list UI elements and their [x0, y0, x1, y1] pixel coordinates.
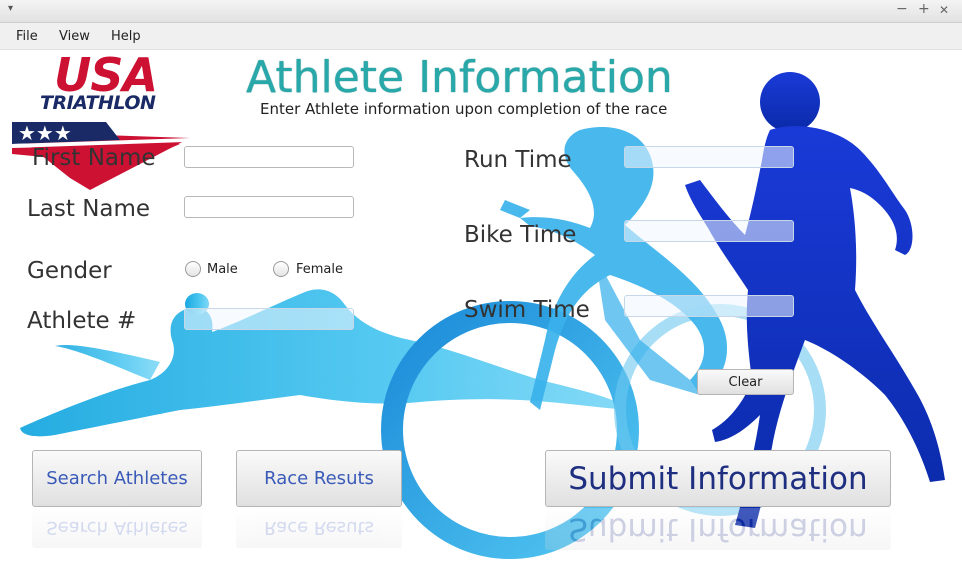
page-title: Athlete Information	[246, 52, 673, 103]
window-titlebar: ▾ − + ✕	[0, 0, 962, 23]
close-icon[interactable]: ✕	[939, 3, 949, 17]
race-results-reflection: Race Resuts	[236, 508, 402, 548]
race-results-button[interactable]: Race Resuts	[236, 450, 402, 507]
athlete-number-field[interactable]	[184, 308, 354, 330]
submit-information-button[interactable]: Submit Information	[545, 450, 891, 507]
window-menu-icon[interactable]: ▾	[8, 3, 13, 14]
minimize-icon[interactable]: −	[896, 1, 908, 17]
swim-time-field[interactable]	[624, 295, 794, 317]
menu-bar: File View Help	[0, 23, 962, 50]
female-radio[interactable]	[273, 261, 289, 277]
clear-button[interactable]: Clear	[697, 369, 794, 395]
swim-time-label: Swim Time	[464, 297, 590, 323]
last-name-label: Last Name	[27, 196, 151, 222]
search-athletes-button[interactable]: Search Athletes	[32, 450, 202, 507]
page-subtitle: Enter Athlete information upon completio…	[260, 100, 668, 118]
male-radio-label[interactable]: Male	[207, 262, 238, 277]
male-radio[interactable]	[185, 261, 201, 277]
main-content: USA TRIATHLON ★★★ Athlete Information En…	[0, 50, 962, 562]
menu-help[interactable]: Help	[111, 29, 141, 44]
svg-text:★★★: ★★★	[18, 121, 72, 145]
menu-view[interactable]: View	[59, 29, 90, 44]
run-time-field[interactable]	[624, 146, 794, 168]
maximize-icon[interactable]: +	[918, 1, 930, 17]
bike-time-field[interactable]	[624, 220, 794, 242]
gender-label: Gender	[27, 258, 112, 284]
athlete-number-label: Athlete #	[27, 308, 137, 334]
search-athletes-reflection: Search Athletes	[32, 508, 202, 548]
logo-flag-icon: ★★★	[12, 121, 190, 190]
menu-file[interactable]: File	[16, 29, 38, 44]
female-radio-label[interactable]: Female	[296, 262, 343, 277]
first-name-field[interactable]	[184, 146, 354, 168]
submit-information-reflection: Submit Information	[545, 508, 891, 550]
bike-time-label: Bike Time	[464, 222, 577, 248]
first-name-label: First Name	[32, 145, 156, 171]
last-name-field[interactable]	[184, 196, 354, 218]
run-time-label: Run Time	[464, 147, 572, 173]
usa-triathlon-logo: USA TRIATHLON ★★★	[10, 50, 200, 195]
